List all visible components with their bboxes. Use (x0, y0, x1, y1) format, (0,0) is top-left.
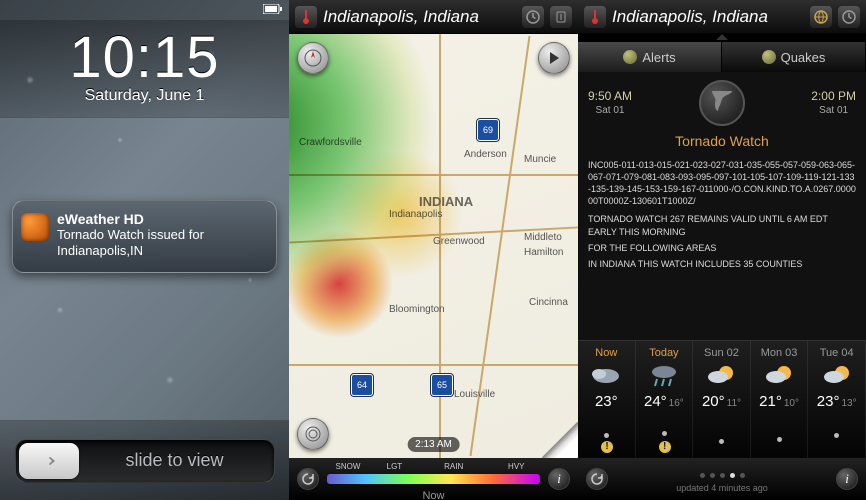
refresh-button[interactable] (297, 468, 319, 490)
day-label: Sun 02 (693, 347, 750, 359)
tab-quakes[interactable]: Quakes (722, 42, 866, 72)
top-bar: Indianapolis, Indiana (289, 0, 578, 34)
globe-icon[interactable] (810, 6, 832, 28)
alert-end: 2:00 PMSat 01 (811, 88, 856, 118)
location-title: Indianapolis, Indiana (323, 7, 516, 27)
location-title: Indianapolis, Indiana (612, 7, 804, 27)
alert-badge-icon: ! (601, 441, 613, 453)
legend-label: RAIN (444, 462, 463, 471)
slide-track[interactable]: slide to view (15, 439, 275, 483)
tornado-icon (699, 80, 745, 126)
forecast-row[interactable]: Now 23° Today 24°16° Sun 02 20°11° Mon 0… (578, 340, 866, 458)
info-button[interactable]: i (548, 468, 570, 490)
barometer-icon[interactable] (550, 6, 572, 28)
compass-button[interactable] (297, 42, 329, 74)
weather-icon (761, 363, 797, 389)
bottom-bar: updated 4 minutes ago i (578, 458, 866, 500)
clock-block: 10:15 Saturday, June 1 (0, 20, 289, 118)
alert-codes: INC005-011-013-015-021-023-027-031-035-0… (588, 159, 856, 208)
weather-icon (819, 363, 855, 389)
info-button[interactable]: i (836, 468, 858, 490)
alert-header: 9:50 AMSat 01 2:00 PMSat 01 (588, 80, 856, 126)
tab-pointer (578, 34, 866, 42)
slide-label: slide to view (79, 450, 271, 471)
updated-label: updated 4 minutes ago (616, 483, 828, 493)
day-temp: 23° (578, 393, 635, 410)
weather-icon (588, 363, 624, 389)
temp-sparkline: ! ! (578, 426, 866, 452)
arrow-right-icon (40, 452, 58, 470)
notification-body: Tornado Watch issued for Indianapolis,IN (57, 227, 264, 260)
legend-label: SNOW (336, 462, 361, 471)
lock-date: Saturday, June 1 (0, 87, 289, 105)
lock-time: 10:15 (0, 24, 289, 91)
refresh-button[interactable] (586, 468, 608, 490)
day-temp: 20°11° (693, 393, 750, 410)
details-screen: Indianapolis, Indiana Alerts Quakes 9:50… (578, 0, 866, 500)
tab-bar: Alerts Quakes (578, 42, 866, 72)
layers-button[interactable] (297, 418, 329, 450)
now-tab[interactable]: Now (422, 490, 444, 500)
clock-icon[interactable] (838, 6, 860, 28)
app-icon (21, 213, 49, 241)
slide-knob[interactable] (19, 443, 79, 479)
play-button[interactable] (538, 42, 570, 74)
tab-label: Quakes (781, 50, 826, 65)
weather-icon (703, 363, 739, 389)
clock-icon[interactable] (522, 6, 544, 28)
thermometer-icon[interactable] (295, 6, 317, 28)
tab-label: Alerts (642, 50, 675, 65)
legend-label: LGT (387, 462, 403, 471)
day-temp: 21°10° (751, 393, 808, 410)
frame-time: 2:13 AM (407, 437, 460, 452)
day-temp: 24°16° (636, 393, 693, 410)
thermometer-icon[interactable] (584, 6, 606, 28)
day-label: Tue 04 (808, 347, 865, 359)
page-indicator (700, 473, 745, 478)
radar-legend: SNOW LGT RAIN HVY (327, 474, 540, 484)
notification-title: eWeather HD (57, 211, 264, 227)
status-bar (0, 0, 289, 20)
day-label: Mon 03 (751, 347, 808, 359)
day-temp: 23°13° (808, 393, 865, 410)
battery-icon (263, 4, 283, 17)
alert-text: TORNADO WATCH 267 REMAINS VALID UNTIL 6 … (588, 213, 856, 237)
weather-icon (646, 363, 682, 389)
quake-dot-icon (762, 50, 776, 64)
legend-label: HVY (508, 462, 524, 471)
notification-card[interactable]: eWeather HD Tornado Watch issued for Ind… (12, 200, 277, 273)
alert-body[interactable]: 9:50 AMSat 01 2:00 PMSat 01 Tornado Watc… (578, 72, 866, 312)
alert-start: 9:50 AMSat 01 (588, 88, 632, 118)
lock-screen: 10:15 Saturday, June 1 eWeather HD Torna… (0, 0, 289, 500)
alert-text: FOR THE FOLLOWING AREAS (588, 242, 856, 254)
radar-overlay (289, 34, 578, 458)
radar-map[interactable]: INDIANA Indianapolis Anderson Muncie Gre… (289, 34, 578, 458)
day-label: Today (636, 347, 693, 359)
tab-alerts[interactable]: Alerts (578, 42, 722, 72)
alert-text: IN INDIANA THIS WATCH INCLUDES 35 COUNTI… (588, 258, 856, 270)
alert-dot-icon (623, 50, 637, 64)
page-curl[interactable] (542, 422, 578, 458)
alert-title: Tornado Watch (588, 132, 856, 151)
day-label: Now (578, 347, 635, 359)
radar-screen: Indianapolis, Indiana INDIANA Indianapol… (289, 0, 578, 500)
slide-bar: slide to view (0, 420, 289, 500)
alert-badge-icon: ! (659, 441, 671, 453)
